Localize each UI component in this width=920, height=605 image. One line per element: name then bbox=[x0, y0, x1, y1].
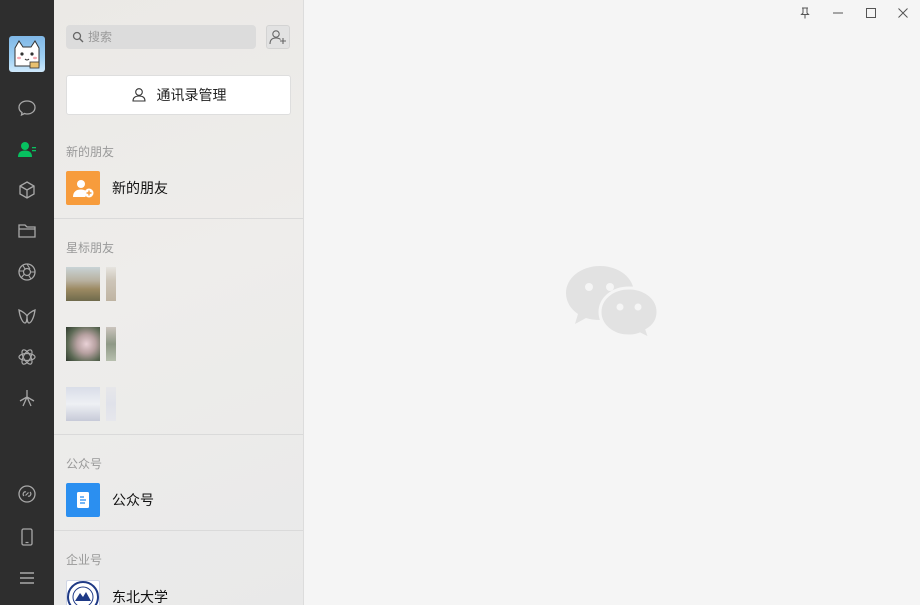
contacts-manage-button[interactable]: 通讯录管理 bbox=[66, 75, 291, 115]
search-box[interactable] bbox=[66, 25, 256, 49]
minimize-icon[interactable] bbox=[827, 4, 849, 22]
list-item-label: 东北大学 bbox=[112, 589, 168, 605]
university-logo-icon bbox=[66, 580, 100, 605]
add-person-icon bbox=[269, 30, 286, 45]
moments-aperture-icon[interactable] bbox=[15, 260, 39, 284]
search-input[interactable] bbox=[88, 30, 238, 44]
section-enterprise: 企业号 bbox=[66, 553, 103, 567]
starred-friend-row[interactable] bbox=[66, 327, 118, 361]
friend-avatar bbox=[66, 267, 100, 301]
official-account-icon bbox=[66, 483, 100, 517]
list-item-enterprise[interactable]: 东北大学 bbox=[54, 572, 303, 605]
favorites-cube-icon[interactable] bbox=[15, 178, 39, 202]
maximize-icon[interactable] bbox=[860, 4, 882, 22]
nav-rail bbox=[0, 0, 54, 605]
contacts-icon[interactable] bbox=[15, 137, 39, 161]
divider bbox=[54, 218, 303, 219]
user-avatar[interactable] bbox=[9, 36, 45, 72]
add-contact-button[interactable] bbox=[266, 25, 290, 49]
contacts-manage-label: 通讯录管理 bbox=[156, 87, 227, 103]
menu-icon[interactable] bbox=[15, 566, 39, 590]
section-starred: 星标朋友 bbox=[66, 241, 115, 255]
starred-friend-row[interactable] bbox=[66, 267, 118, 301]
friend-name-blurred bbox=[106, 327, 116, 361]
new-friend-icon bbox=[66, 171, 100, 205]
list-item-official-accounts[interactable]: 公众号 bbox=[54, 475, 303, 525]
starred-friend-row[interactable] bbox=[66, 387, 118, 421]
list-item-label: 新的朋友 bbox=[112, 180, 168, 196]
friend-avatar bbox=[66, 387, 100, 421]
wechat-logo-icon bbox=[564, 262, 662, 347]
channels-icon[interactable] bbox=[15, 304, 39, 328]
pin-icon[interactable] bbox=[794, 4, 816, 22]
friend-name-blurred bbox=[106, 387, 116, 421]
chat-icon[interactable] bbox=[15, 96, 39, 120]
list-item-label: 公众号 bbox=[112, 492, 154, 508]
section-official: 公众号 bbox=[66, 457, 103, 471]
search-icon bbox=[72, 31, 84, 43]
cat-avatar-image bbox=[14, 40, 40, 69]
divider bbox=[54, 530, 303, 531]
search-spark-icon[interactable] bbox=[15, 386, 39, 410]
contacts-panel: 通讯录管理 新的朋友 新的朋友 星标朋友 公众号 公众号 企业号 东北大学 bbox=[54, 0, 304, 605]
person-outline-icon bbox=[131, 88, 146, 102]
mini-program-link-icon[interactable] bbox=[15, 482, 39, 506]
friend-avatar bbox=[66, 327, 100, 361]
close-icon[interactable] bbox=[892, 4, 914, 22]
list-item-new-friends[interactable]: 新的朋友 bbox=[54, 163, 303, 213]
section-new-friends: 新的朋友 bbox=[66, 145, 115, 159]
phone-icon[interactable] bbox=[15, 525, 39, 549]
mini-programs-icon[interactable] bbox=[15, 345, 39, 369]
divider bbox=[54, 434, 303, 435]
main-area bbox=[304, 0, 920, 605]
friend-name-blurred bbox=[106, 267, 116, 301]
folder-icon[interactable] bbox=[15, 219, 39, 243]
